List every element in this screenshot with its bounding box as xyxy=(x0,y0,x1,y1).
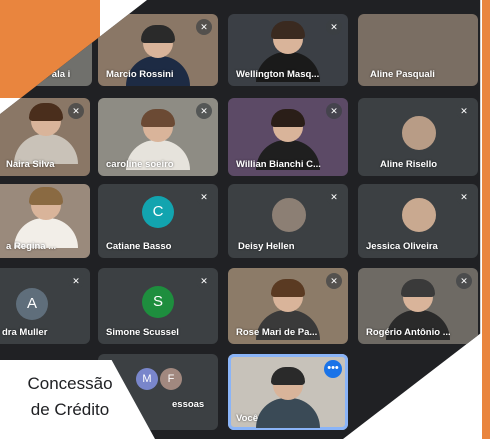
participant-name: Rose Mari de Pa... xyxy=(236,327,318,338)
more-options-icon[interactable]: ••• xyxy=(324,360,342,378)
participant-video xyxy=(14,187,78,248)
profile-photo xyxy=(400,196,438,234)
mic-off-icon: ✕ xyxy=(326,273,342,289)
participant-tile[interactable]: ✕ Wellington Masq... xyxy=(228,14,348,86)
participant-name: Aline Risello xyxy=(380,159,438,170)
participant-avatar: A xyxy=(16,288,48,320)
participant-tile[interactable]: ✕ Rogério Antônio ... xyxy=(358,268,478,344)
participant-tile[interactable]: Aline Pasquali xyxy=(358,14,478,86)
participant-name: Simone Scussel xyxy=(106,327,179,338)
participant-tile[interactable]: ✕ Deisy Hellen xyxy=(228,184,348,258)
participant-name: Willian Bianchi C... xyxy=(236,159,321,170)
mic-off-icon: ✕ xyxy=(196,19,212,35)
participant-name: Marcio Rossini xyxy=(106,69,174,80)
participant-name: Aline Pasquali xyxy=(370,69,435,80)
caption-line: de Crédito xyxy=(30,400,110,419)
participant-name: Deisy Hellen xyxy=(238,241,295,252)
mic-off-icon: ✕ xyxy=(326,19,342,35)
participant-tile[interactable]: ✕ Aline Risello xyxy=(358,98,478,176)
participant-avatar: C xyxy=(142,196,174,228)
self-video-tile[interactable]: ••• Você xyxy=(228,354,348,430)
caption-line: Concessão xyxy=(27,374,113,393)
participant-name: caroline soeiro xyxy=(106,159,174,170)
participant-tile[interactable]: ✕ Rose Mari de Pa... xyxy=(228,268,348,344)
mic-off-icon: ✕ xyxy=(68,273,84,289)
participant-tile[interactable]: ✕ Willian Bianchi C... xyxy=(228,98,348,176)
participant-tile[interactable]: a Regina ... xyxy=(0,184,90,258)
participant-tile[interactable]: ✕ caroline soeiro xyxy=(98,98,218,176)
mic-off-icon: ✕ xyxy=(456,103,472,119)
participant-tile[interactable]: A ✕ dra Muller xyxy=(0,268,90,344)
participant-avatar: S xyxy=(142,286,174,318)
participant-name: essoas xyxy=(172,399,205,410)
participant-avatar: F xyxy=(160,368,182,390)
participant-tile[interactable]: S ✕ Simone Scussel xyxy=(98,268,218,344)
orange-edge-decoration xyxy=(482,0,490,439)
participant-tile[interactable]: ✕ Naira Silva xyxy=(0,98,90,176)
profile-photo xyxy=(400,114,438,152)
participant-tile[interactable]: ✕ Jessica Oliveira xyxy=(358,184,478,258)
participant-name: a Regina ... xyxy=(6,241,57,252)
participant-name: dra Muller xyxy=(2,327,48,338)
mic-off-icon: ✕ xyxy=(326,103,342,119)
participant-name: Rogério Antônio ... xyxy=(366,327,451,338)
mic-off-icon: ✕ xyxy=(456,189,472,205)
mic-off-icon: ✕ xyxy=(196,273,212,289)
participant-video xyxy=(256,367,320,428)
mic-off-icon: ✕ xyxy=(196,189,212,205)
mic-off-icon: ✕ xyxy=(326,189,342,205)
participant-name: Jessica Oliveira xyxy=(366,241,438,252)
participant-name: Wellington Masq... xyxy=(236,69,320,80)
profile-photo xyxy=(270,196,308,234)
participant-name: Catiane Basso xyxy=(106,241,172,252)
participant-tile[interactable]: ✕ Marcio Rossini xyxy=(98,14,218,86)
mic-off-icon: ✕ xyxy=(68,103,84,119)
participant-name: Naira Silva xyxy=(6,159,55,170)
participant-name: Você xyxy=(236,413,259,424)
mic-off-icon: ✕ xyxy=(456,273,472,289)
mic-off-icon: ✕ xyxy=(196,103,212,119)
participant-tile[interactable]: C ✕ Catiane Basso xyxy=(98,184,218,258)
